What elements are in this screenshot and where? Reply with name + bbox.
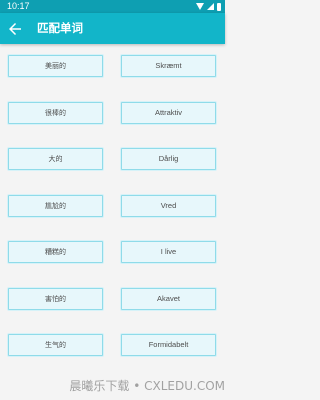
word-pair-row: 生气的 Formidabelt bbox=[0, 334, 225, 356]
word-pair-row: 害怕的 Akavet bbox=[0, 288, 225, 310]
word-pair-row: 大的 Dårlig bbox=[0, 148, 225, 170]
chinese-word-card[interactable]: 尴尬的 bbox=[8, 195, 103, 217]
word-pair-row: 美丽的 Skræmt bbox=[0, 55, 225, 77]
word-pair-row: 很棒的 Attraktiv bbox=[0, 102, 225, 124]
danish-word-card[interactable]: Formidabelt bbox=[121, 334, 216, 356]
word-pair-row: 尴尬的 Vred bbox=[0, 195, 225, 217]
back-arrow-icon[interactable] bbox=[6, 20, 24, 38]
word-pair-row: 糟糕的 I live bbox=[0, 241, 225, 263]
app-bar: 匹配单词 bbox=[0, 13, 225, 44]
chinese-word-card[interactable]: 害怕的 bbox=[8, 288, 103, 310]
status-bar: 10:17 bbox=[0, 0, 225, 13]
chinese-word-card[interactable]: 美丽的 bbox=[8, 55, 103, 77]
status-icons bbox=[196, 2, 221, 11]
cellular-signal-icon bbox=[207, 3, 214, 10]
word-match-grid: 美丽的 Skræmt 很棒的 Attraktiv 大的 Dårlig 尴尬的 V… bbox=[0, 44, 225, 400]
danish-word-card[interactable]: Attraktiv bbox=[121, 102, 216, 124]
chinese-word-card[interactable]: 很棒的 bbox=[8, 102, 103, 124]
danish-word-card[interactable]: Dårlig bbox=[121, 148, 216, 170]
danish-word-card[interactable]: Vred bbox=[121, 195, 216, 217]
chinese-word-card[interactable]: 大的 bbox=[8, 148, 103, 170]
wifi-icon bbox=[196, 3, 204, 10]
status-time: 10:17 bbox=[7, 1, 30, 11]
page-title: 匹配单词 bbox=[37, 21, 83, 35]
chinese-word-card[interactable]: 糟糕的 bbox=[8, 241, 103, 263]
danish-word-card[interactable]: Skræmt bbox=[121, 55, 216, 77]
battery-icon bbox=[217, 2, 221, 11]
watermark: 晨曦乐下载 • CXLEDU.COM bbox=[69, 379, 225, 393]
chinese-word-card[interactable]: 生气的 bbox=[8, 334, 103, 356]
danish-word-card[interactable]: I live bbox=[121, 241, 216, 263]
danish-word-card[interactable]: Akavet bbox=[121, 288, 216, 310]
